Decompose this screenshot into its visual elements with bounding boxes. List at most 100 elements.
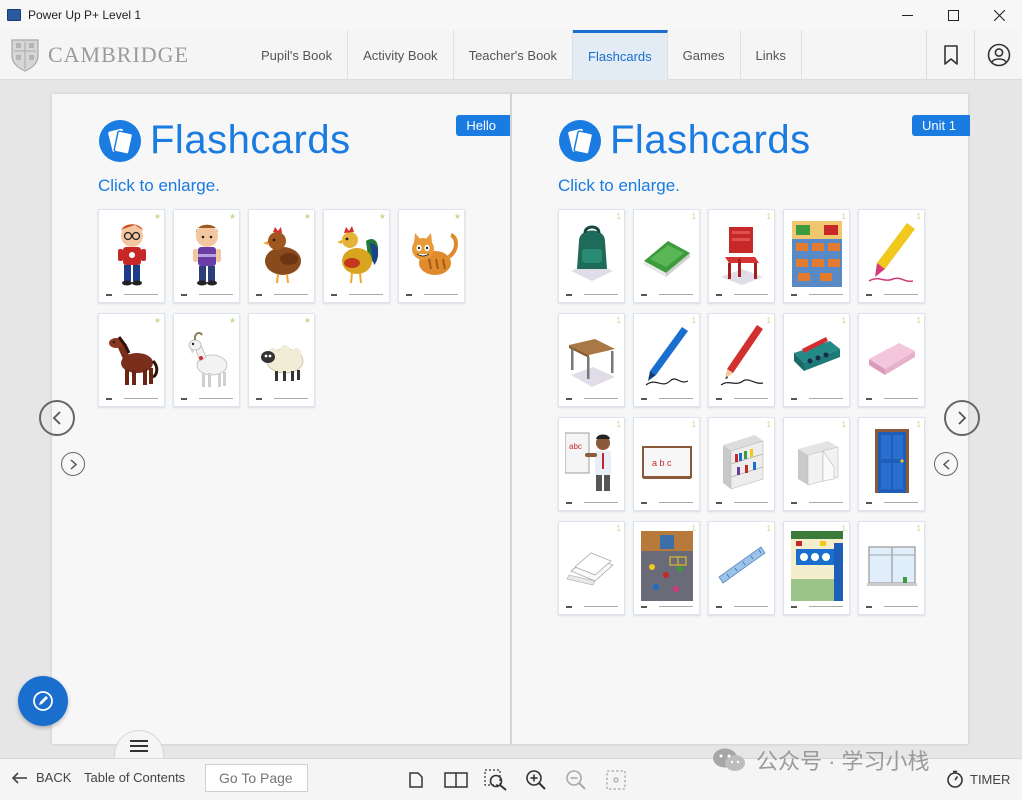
- window-controls: [884, 0, 1022, 30]
- flashcard[interactable]: 1: [858, 209, 925, 303]
- flashcard[interactable]: 1: [708, 521, 775, 615]
- flashcard[interactable]: 1: [708, 417, 775, 511]
- flashcard[interactable]: 1: [708, 209, 775, 303]
- previous-page-small-button[interactable]: [934, 452, 958, 476]
- flashcard[interactable]: ★: [248, 313, 315, 407]
- teacher-illustration: abc: [565, 432, 611, 491]
- user-icon: [987, 43, 1010, 67]
- pencil-case-illustration: [794, 337, 840, 371]
- tab-pupils-book[interactable]: Pupil's Book: [246, 30, 349, 80]
- flashcard[interactable]: 1 a b c: [633, 417, 700, 511]
- sheep-illustration: [261, 345, 304, 381]
- board-illustration: a b c: [642, 446, 692, 479]
- menu-icon: [130, 739, 148, 752]
- hen-illustration: [263, 227, 301, 284]
- unit-tag: Unit 1: [912, 115, 970, 136]
- zoom-in-icon: [526, 770, 546, 790]
- cambridge-logo[interactable]: CAMBRIDGE: [10, 38, 189, 72]
- previous-page-button[interactable]: [39, 400, 75, 436]
- flashcard[interactable]: ★: [98, 209, 165, 303]
- flashcard[interactable]: ★: [173, 209, 240, 303]
- tab-links[interactable]: Links: [741, 30, 802, 80]
- maximize-button[interactable]: [930, 0, 976, 30]
- boy-purple-illustration: [193, 224, 221, 286]
- svg-text:abc: abc: [569, 442, 582, 451]
- bookmark-button[interactable]: [926, 30, 974, 80]
- flashcard[interactable]: 1: [858, 417, 925, 511]
- flashcard[interactable]: 1: [783, 417, 850, 511]
- classroom-illustration: [792, 221, 842, 287]
- cupboard-illustration: [798, 441, 839, 486]
- double-page-icon: [444, 772, 468, 788]
- annotate-button[interactable]: [18, 676, 68, 726]
- flashcard[interactable]: 1: [858, 521, 925, 615]
- flashcard[interactable]: 1: [633, 209, 700, 303]
- tab-games[interactable]: Games: [668, 30, 741, 80]
- arrow-left-icon: [12, 771, 27, 784]
- next-page-button[interactable]: [944, 400, 980, 436]
- eraser-illustration: [869, 343, 915, 375]
- flashcard[interactable]: 1: [633, 313, 700, 407]
- door-illustration: [875, 429, 909, 493]
- close-button[interactable]: [976, 0, 1022, 30]
- next-page-small-button[interactable]: [61, 452, 85, 476]
- flashcard[interactable]: 1 abc: [558, 417, 625, 511]
- book-spread: Hello Flashcards Click to enlarge. ★ ★ ★…: [52, 94, 970, 744]
- flashcard[interactable]: ★: [248, 209, 315, 303]
- flashcard[interactable]: ★: [323, 209, 390, 303]
- chevron-left-icon: [942, 458, 950, 470]
- zoom-in-button[interactable]: [516, 766, 556, 794]
- flashcard-grid: ★ ★ ★ ★ ★ ★ ★ ★: [98, 209, 465, 407]
- paper-illustration: [566, 552, 614, 586]
- tab-flashcards[interactable]: Flashcards: [573, 30, 668, 80]
- zoom-out-button[interactable]: [556, 766, 596, 794]
- zoom-out-icon: [566, 770, 586, 790]
- flashcard[interactable]: 1: [558, 313, 625, 407]
- horse-illustration: [109, 336, 159, 385]
- flashcard[interactable]: 1: [783, 313, 850, 407]
- wall-illustration: [791, 531, 843, 601]
- page-heading: Flashcards: [558, 118, 811, 163]
- right-page: Unit 1 Flashcards Click to enlarge. 1 1: [512, 94, 970, 744]
- timer-button[interactable]: TIMER: [946, 770, 1010, 788]
- flashcard[interactable]: ★: [398, 209, 465, 303]
- tab-teachers-book[interactable]: Teacher's Book: [454, 30, 574, 80]
- goat-illustration: [188, 331, 228, 387]
- table-illustration: [569, 339, 615, 387]
- page-title: Flashcards: [610, 118, 811, 162]
- rooster-illustration: [337, 226, 379, 284]
- flashcard[interactable]: ★: [98, 313, 165, 407]
- chevron-left-icon: [52, 411, 61, 425]
- flashcards-logo-icon: [99, 119, 141, 162]
- pencil-illustration: [720, 325, 764, 386]
- bookcase-illustration: [723, 435, 764, 490]
- bookmark-icon: [943, 45, 958, 65]
- chevron-right-icon: [958, 411, 967, 425]
- maximize-icon: [947, 9, 959, 21]
- timer-label: TIMER: [970, 771, 1011, 787]
- fit-page-button[interactable]: [596, 766, 636, 794]
- go-to-page-input[interactable]: [205, 764, 308, 792]
- flashcard[interactable]: 1: [558, 521, 625, 615]
- flashcard[interactable]: 1: [858, 313, 925, 407]
- page-title: Flashcards: [150, 118, 351, 162]
- single-page-view-button[interactable]: [396, 766, 436, 794]
- minimize-button[interactable]: [884, 0, 930, 30]
- flashcard[interactable]: 1: [708, 313, 775, 407]
- flashcard[interactable]: 1: [783, 521, 850, 615]
- tab-activity-book[interactable]: Activity Book: [348, 30, 454, 80]
- chair-illustration: [721, 227, 763, 285]
- close-icon: [993, 9, 1005, 21]
- flashcard[interactable]: 1: [633, 521, 700, 615]
- profile-button[interactable]: [974, 30, 1022, 80]
- back-button[interactable]: BACK: [12, 770, 71, 785]
- main-tabs: Pupil's Book Activity Book Teacher's Boo…: [246, 30, 802, 80]
- flashcard[interactable]: 1: [558, 209, 625, 303]
- flashcard[interactable]: 1: [783, 209, 850, 303]
- zoom-area-button[interactable]: [476, 766, 516, 794]
- flashcard[interactable]: ★: [173, 313, 240, 407]
- table-of-contents-label[interactable]: Table of Contents: [84, 770, 185, 785]
- double-page-view-button[interactable]: [436, 766, 476, 794]
- stopwatch-icon: [947, 770, 963, 788]
- back-label: BACK: [36, 770, 72, 785]
